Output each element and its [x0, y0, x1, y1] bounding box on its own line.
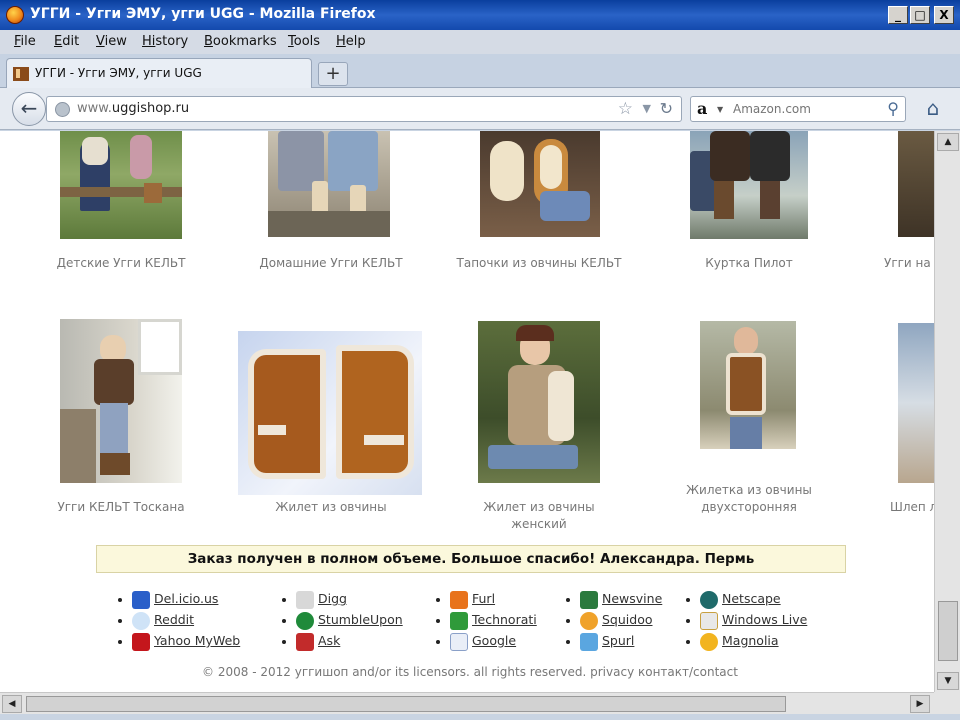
menu-bookmarks[interactable]: Bookmarks	[204, 34, 277, 49]
menu-file[interactable]: File	[14, 34, 36, 49]
product-image-partial[interactable]	[898, 323, 934, 483]
page-footer: © 2008 - 2012 уггишоп and/or its licenso…	[202, 665, 738, 679]
close-button[interactable]: X	[934, 6, 954, 24]
squidoo-icon	[580, 612, 598, 630]
product-caption[interactable]: Жилетка из овчины двухсторонняя	[664, 482, 834, 516]
title-bar: УГГИ - Угги ЭМУ, угги UGG - Mozilla Fire…	[0, 0, 960, 30]
scroll-up-icon[interactable]: ▲	[937, 133, 959, 151]
tab-label: УГГИ - Угги ЭМУ, угги UGG	[35, 66, 202, 80]
technorati-icon	[450, 612, 468, 630]
scroll-left-icon[interactable]: ◀	[2, 695, 22, 713]
search-bar[interactable]: a ▼ ⚲	[690, 96, 906, 122]
product-image-pilot-jacket[interactable]	[690, 131, 808, 239]
netscape-icon	[700, 591, 718, 609]
menu-history[interactable]: History	[142, 34, 188, 49]
tab-uggishop[interactable]: УГГИ - Угги ЭМУ, угги UGG	[6, 58, 312, 88]
reload-icon[interactable]: ↻	[660, 99, 673, 118]
scroll-down-icon[interactable]: ▼	[937, 672, 959, 690]
scroll-right-icon[interactable]: ▶	[910, 695, 930, 713]
product-caption[interactable]: Угги на	[884, 255, 934, 272]
tab-strip: УГГИ - Угги ЭМУ, угги UGG +	[0, 54, 960, 88]
menu-tools[interactable]: Tools	[288, 34, 320, 49]
spurl-icon	[580, 633, 598, 651]
menu-bar: File Edit View History Bookmarks Tools H…	[0, 30, 960, 54]
scrollbar-corner	[934, 692, 960, 714]
stumbleupon-icon	[296, 612, 314, 630]
back-arrow-icon: ←	[20, 96, 38, 120]
ask-icon	[296, 633, 314, 651]
vertical-scrollbar[interactable]: ▲ ▼	[934, 131, 960, 692]
page-viewport: Детские Угги КЕЛЬТ Домашние Угги КЕЛЬТ Т…	[0, 131, 934, 692]
newsvine-icon	[580, 591, 598, 609]
site-favicon-icon	[13, 67, 29, 81]
maximize-button[interactable]: □	[910, 6, 930, 24]
product-caption[interactable]: Детские Угги КЕЛЬТ	[36, 255, 206, 272]
product-image-tuscany-ugg[interactable]	[60, 319, 182, 483]
yahoo-icon	[132, 633, 150, 651]
magnolia-icon	[700, 633, 718, 651]
digg-icon	[296, 591, 314, 609]
product-image-home-ugg[interactable]	[268, 131, 390, 237]
menu-help[interactable]: Help	[336, 34, 366, 49]
product-image-kids-ugg[interactable]	[60, 131, 182, 239]
product-caption[interactable]: Тапочки из овчины КЕЛЬТ	[454, 255, 624, 272]
window-title: УГГИ - Угги ЭМУ, угги UGG - Mozilla Fire…	[30, 6, 376, 22]
product-caption[interactable]: Жилет из овчины женский	[454, 499, 624, 533]
reddit-icon	[132, 612, 150, 630]
new-tab-button[interactable]: +	[318, 62, 348, 86]
testimonial-banner: Заказ получен в полном объеме. Большое с…	[96, 545, 846, 573]
horizontal-scrollbar[interactable]: ◀ ▶	[0, 692, 934, 714]
product-image-sheepskin-vest[interactable]	[238, 331, 422, 495]
product-caption[interactable]: Куртка Пилот	[664, 255, 834, 272]
product-image-sheepskin-slippers[interactable]	[480, 131, 600, 237]
navigation-bar: ← www.uggishop.ru ☆ ▼ ↻ a ▼ ⚲ ⌂	[0, 88, 960, 130]
minimize-button[interactable]: _	[888, 6, 908, 24]
globe-icon	[55, 102, 70, 117]
horizontal-scroll-thumb[interactable]	[26, 696, 786, 712]
home-icon[interactable]: ⌂	[920, 96, 946, 122]
url-dropdown-icon[interactable]: ▼	[643, 102, 651, 115]
product-image-womens-vest[interactable]	[478, 321, 600, 483]
url-text[interactable]: www.uggishop.ru	[77, 101, 189, 116]
google-icon	[450, 633, 468, 651]
delicious-icon	[132, 591, 150, 609]
menu-edit[interactable]: Edit	[54, 34, 79, 49]
furl-icon	[450, 591, 468, 609]
product-image-partial[interactable]	[898, 131, 934, 237]
product-caption[interactable]: Домашние Угги КЕЛЬТ	[246, 255, 416, 272]
windows-live-icon	[700, 612, 718, 630]
back-button[interactable]: ←	[12, 92, 46, 126]
bookmark-star-icon[interactable]: ☆	[618, 99, 633, 119]
search-icon[interactable]: ⚲	[887, 99, 899, 118]
product-caption[interactable]: Шлеп л	[890, 499, 934, 516]
engine-dropdown-icon[interactable]: ▼	[717, 105, 723, 114]
product-image-reversible-vest[interactable]	[700, 321, 796, 449]
vertical-scroll-thumb[interactable]	[938, 601, 958, 661]
amazon-engine-icon[interactable]: a	[697, 99, 707, 118]
menu-view[interactable]: View	[96, 34, 127, 49]
window-bottom-border	[0, 714, 960, 720]
firefox-logo-icon	[6, 6, 24, 24]
url-bar[interactable]: www.uggishop.ru ☆ ▼ ↻	[46, 96, 682, 122]
search-input[interactable]	[731, 100, 871, 118]
product-caption[interactable]: Жилет из овчины	[246, 499, 416, 516]
product-caption[interactable]: Угги КЕЛЬТ Тоскана	[36, 499, 206, 516]
